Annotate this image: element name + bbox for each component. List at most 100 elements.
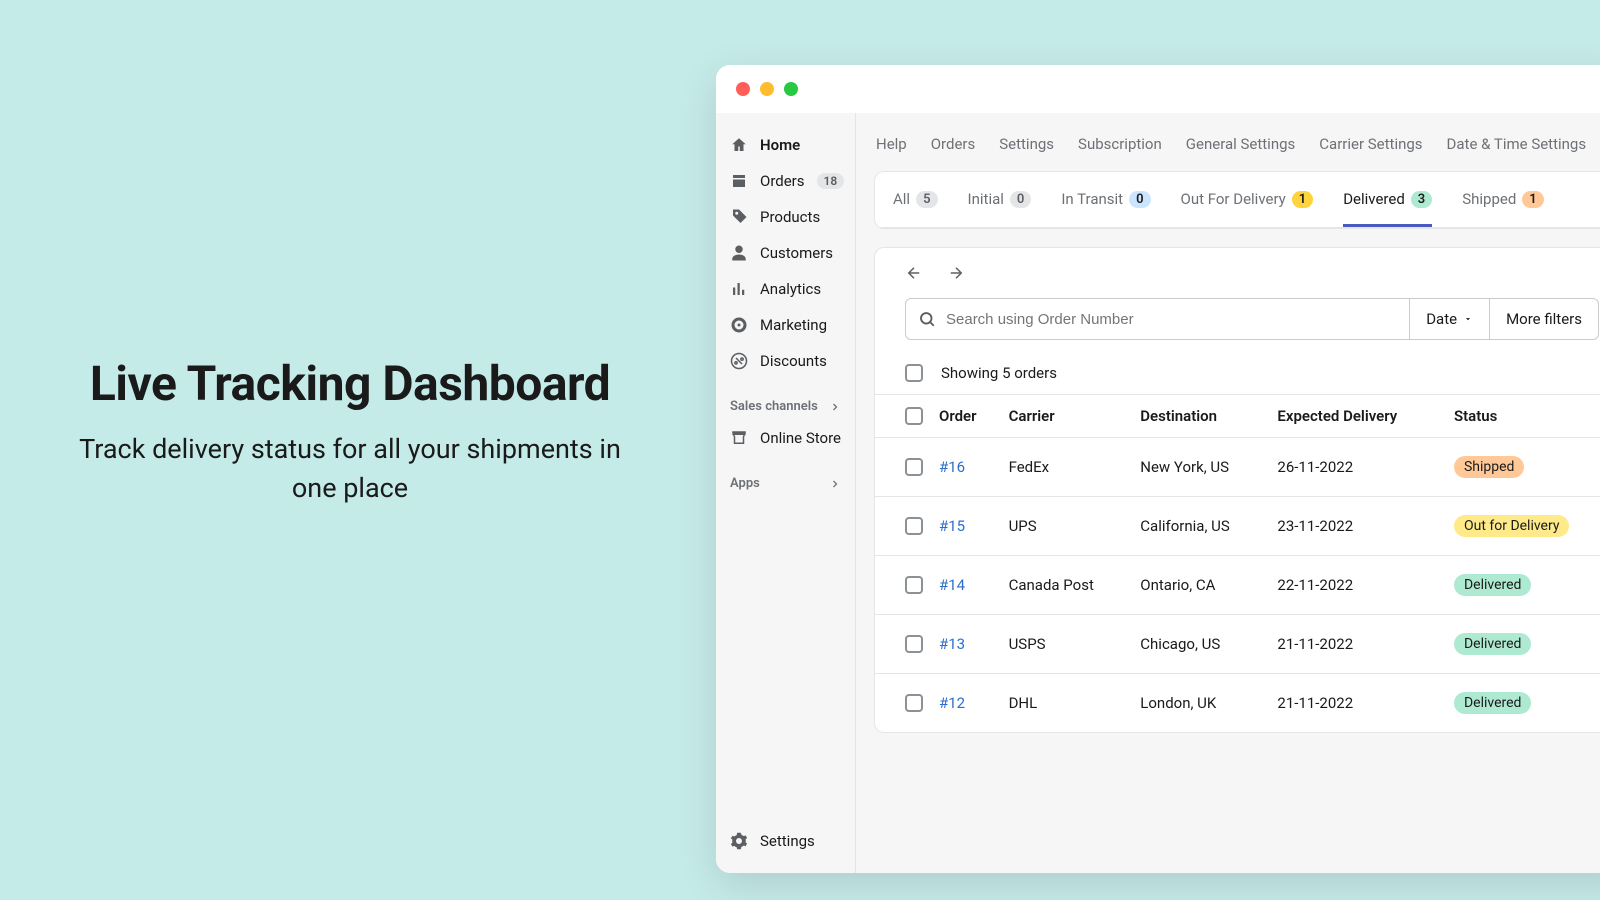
column-header: Expected Delivery <box>1269 395 1446 438</box>
close-window-button[interactable] <box>736 82 750 96</box>
toolbar: Date More filters <box>875 248 1600 348</box>
sidebar-heading-apps[interactable]: Apps <box>716 470 855 497</box>
tab-shipped[interactable]: Shipped1 <box>1462 172 1544 227</box>
person-icon <box>730 244 748 262</box>
tab-initial[interactable]: Initial0 <box>968 172 1032 227</box>
more-filters-label: More filters <box>1506 310 1582 328</box>
carrier-cell: USPS <box>1001 615 1133 674</box>
maximize-window-button[interactable] <box>784 82 798 96</box>
sidebar-item-analytics[interactable]: Analytics <box>716 271 855 307</box>
tab-in-transit[interactable]: In Transit0 <box>1061 172 1150 227</box>
sidebar-badge: 18 <box>817 173 845 189</box>
arrow-left-icon[interactable] <box>905 264 923 282</box>
breadcrumb-item[interactable]: General Settings <box>1186 135 1296 153</box>
sidebar-item-marketing[interactable]: Marketing <box>716 307 855 343</box>
sidebar-heading-sales-channels[interactable]: Sales channels <box>716 393 855 420</box>
column-header: Status <box>1446 395 1600 438</box>
tab-label: Initial <box>968 190 1004 208</box>
order-link[interactable]: #12 <box>939 694 965 712</box>
sidebar-item-products[interactable]: Products <box>716 199 855 235</box>
tab-label: Delivered <box>1343 190 1405 208</box>
apps-label: Apps <box>730 476 760 491</box>
carrier-cell: DHL <box>1001 674 1133 733</box>
sidebar-item-customers[interactable]: Customers <box>716 235 855 271</box>
chevron-right-icon <box>829 478 841 490</box>
row-checkbox[interactable] <box>905 635 923 653</box>
expected-cell: 21-11-2022 <box>1269 674 1446 733</box>
carrier-cell: FedEx <box>1001 438 1133 497</box>
tab-all[interactable]: All 5 <box>893 172 938 227</box>
status-badge: Shipped <box>1454 456 1524 478</box>
row-checkbox[interactable] <box>905 458 923 476</box>
sidebar-item-label: Home <box>760 136 800 154</box>
breadcrumb-item[interactable]: Subscription <box>1078 135 1162 153</box>
tab-count: 0 <box>1129 191 1150 208</box>
carrier-cell: UPS <box>1001 497 1133 556</box>
tabs: All5Initial0In Transit0Out For Delivery1… <box>875 172 1600 228</box>
table-row: #12 DHL London, UK 21-11-2022 Delivered <box>875 674 1600 733</box>
tab-label: All <box>893 190 910 208</box>
destination-cell: California, US <box>1132 497 1269 556</box>
sidebar-item-home[interactable]: Home <box>716 127 855 163</box>
search-box[interactable] <box>905 298 1410 340</box>
search-input[interactable] <box>946 311 1397 328</box>
table-row: #16 FedEx New York, US 26-11-2022 Shippe… <box>875 438 1600 497</box>
order-link[interactable]: #14 <box>939 576 965 594</box>
settings-label: Settings <box>760 832 815 850</box>
discounts-icon <box>730 352 748 370</box>
tab-label: Out For Delivery <box>1181 190 1286 208</box>
sidebar-item-discounts[interactable]: Discounts <box>716 343 855 379</box>
hero-text: Live Tracking Dashboard Track delivery s… <box>70 355 630 508</box>
tab-out-for-delivery[interactable]: Out For Delivery 1 <box>1181 172 1314 227</box>
hero-subtitle: Track delivery status for all your shipm… <box>70 430 630 508</box>
app-window: HomeOrders18ProductsCustomersAnalyticsMa… <box>716 65 1600 873</box>
table-row: #15 UPS California, US 23-11-2022 Out fo… <box>875 497 1600 556</box>
sidebar-item-settings[interactable]: Settings <box>716 823 855 859</box>
table-row: #14 Canada Post Ontario, CA 22-11-2022 D… <box>875 556 1600 615</box>
row-checkbox[interactable] <box>905 576 923 594</box>
breadcrumb-item[interactable]: Settings <box>999 135 1054 153</box>
tab-count: 5 <box>916 191 937 208</box>
orders-table: OrderCarrierDestinationExpected Delivery… <box>875 394 1600 732</box>
home-icon <box>730 136 748 154</box>
breadcrumb-item[interactable]: Orders <box>931 135 976 153</box>
tab-count: 1 <box>1292 191 1313 208</box>
column-header: Carrier <box>1001 395 1133 438</box>
tab-label: Shipped <box>1462 190 1516 208</box>
orders-icon <box>730 172 748 190</box>
select-all-header-checkbox[interactable] <box>905 407 923 425</box>
row-checkbox[interactable] <box>905 694 923 712</box>
breadcrumb-item[interactable]: Carrier Settings <box>1319 135 1422 153</box>
breadcrumb-item[interactable]: Date & Time Settings <box>1447 135 1587 153</box>
window-titlebar <box>716 65 1600 113</box>
status-badge: Delivered <box>1454 633 1531 655</box>
row-checkbox[interactable] <box>905 517 923 535</box>
destination-cell: Ontario, CA <box>1132 556 1269 615</box>
expected-cell: 22-11-2022 <box>1269 556 1446 615</box>
date-filter-button[interactable]: Date <box>1410 298 1490 340</box>
minimize-window-button[interactable] <box>760 82 774 96</box>
expected-cell: 26-11-2022 <box>1269 438 1446 497</box>
sidebar-item-orders[interactable]: Orders18 <box>716 163 855 199</box>
select-all-checkbox[interactable] <box>905 364 923 382</box>
arrow-right-icon[interactable] <box>947 264 965 282</box>
tab-delivered[interactable]: Delivered 3 <box>1343 172 1432 227</box>
chevron-right-icon <box>829 401 841 413</box>
sidebar-item-online-store[interactable]: Online Store <box>716 420 855 456</box>
showing-text: Showing 5 orders <box>941 364 1057 382</box>
sidebar: Home Orders18Products Customers AnalyticsMa… <box>716 113 856 873</box>
tab-count: 3 <box>1411 191 1432 208</box>
breadcrumb-item[interactable]: Help <box>876 135 907 153</box>
destination-cell: Chicago, US <box>1132 615 1269 674</box>
order-link[interactable]: #16 <box>939 458 965 476</box>
column-header: Order <box>931 395 1001 438</box>
more-filters-button[interactable]: More filters <box>1490 298 1599 340</box>
analytics-icon <box>730 280 748 298</box>
caret-down-icon <box>1463 314 1473 324</box>
main-content: Help Orders Settings Subscription General Se… <box>856 113 1600 873</box>
order-link[interactable]: #15 <box>939 517 965 535</box>
sidebar-item-label: Customers <box>760 244 833 262</box>
order-link[interactable]: #13 <box>939 635 965 653</box>
store-icon <box>730 429 748 447</box>
sidebar-item-label: Discounts <box>760 352 827 370</box>
